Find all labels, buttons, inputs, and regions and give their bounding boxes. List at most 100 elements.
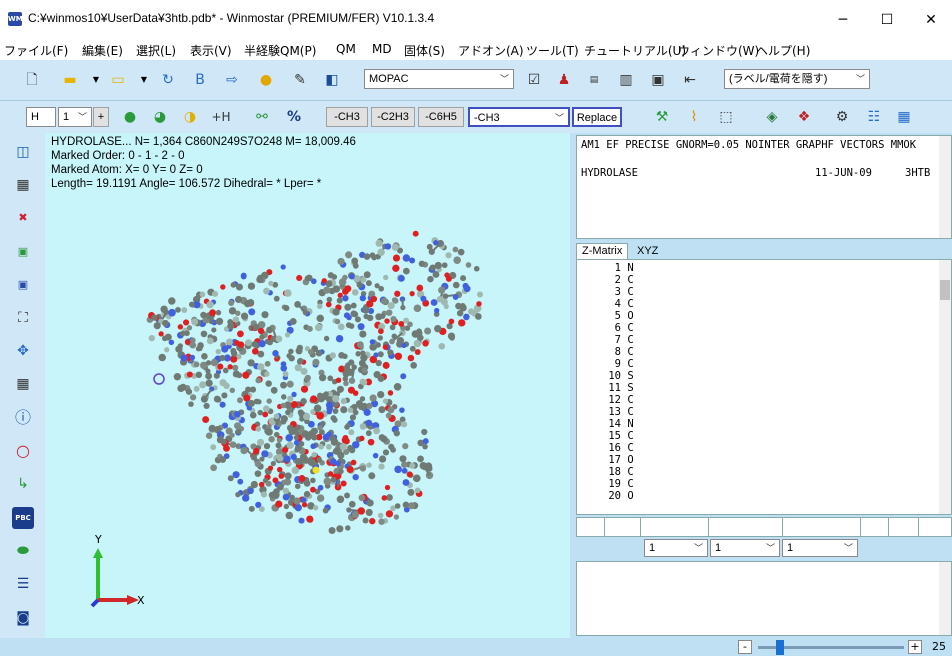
zoom-slider-thumb[interactable]: [775, 640, 784, 655]
atom-row[interactable]: 18 C: [581, 466, 633, 478]
edit-icon[interactable]: ✎: [290, 70, 310, 90]
app-icon[interactable]: WM: [8, 12, 23, 26]
close-button[interactable]: ✕: [908, 6, 952, 34]
tab-z-matrix[interactable]: Z-Matrix: [576, 243, 629, 259]
blue-icon[interactable]: ▣: [12, 274, 34, 296]
table-icon[interactable]: ▦: [12, 373, 34, 395]
atom-row[interactable]: 3 C: [581, 286, 634, 298]
z-matrix-scrollbar[interactable]: [939, 260, 951, 514]
new-file-icon[interactable]: 🗋: [22, 70, 42, 90]
grid-cell[interactable]: [783, 518, 861, 536]
broom-icon[interactable]: ⌇: [684, 107, 704, 127]
grid-cell[interactable]: [889, 518, 919, 536]
film-icon[interactable]: ▥: [616, 70, 636, 90]
bond-icon[interactable]: ⚯: [252, 107, 272, 127]
menu-tutorial[interactable]: チュートリアル(U): [584, 42, 686, 59]
open-folder-icon[interactable]: ▬: [60, 70, 80, 90]
selector-2[interactable]: 1 ﹀: [710, 539, 780, 557]
menu-tools[interactable]: ツール(T): [526, 42, 579, 59]
atom-row[interactable]: 9 C: [581, 358, 634, 370]
menu-view[interactable]: 表示(V): [190, 42, 232, 59]
view-icon[interactable]: ◫: [12, 141, 34, 163]
half-circle-icon[interactable]: ◑: [180, 107, 200, 127]
grid-cell[interactable]: [577, 518, 605, 536]
menu-select[interactable]: 選択(L): [136, 42, 176, 59]
add-atom-icon[interactable]: ●: [120, 107, 140, 127]
menu-addon[interactable]: アドオン(A): [458, 42, 524, 59]
grid-cell[interactable]: [709, 518, 783, 536]
refresh-icon[interactable]: ↻: [158, 70, 178, 90]
menu-edit[interactable]: 編集(E): [82, 42, 123, 59]
green-icon[interactable]: ▣: [12, 241, 34, 263]
add-button[interactable]: +: [93, 107, 109, 127]
menu-file[interactable]: ファイル(F): [4, 42, 68, 59]
camera-icon[interactable]: ◙: [12, 607, 34, 629]
selector-1[interactable]: 1 ﹀: [644, 539, 708, 557]
layout-icon[interactable]: ▦: [894, 107, 914, 127]
gear-icon[interactable]: ⚙: [832, 107, 852, 127]
upload-icon[interactable]: ◧: [322, 70, 342, 90]
keywords-scrollbar[interactable]: [939, 136, 951, 238]
capsule-icon[interactable]: ⬬: [12, 540, 34, 562]
molecule-icon[interactable]: ❖: [794, 107, 814, 127]
keywords-pane[interactable]: AM1 EF PRECISE GNORM=0.05 NOINTER GRAPHF…: [576, 135, 952, 239]
atom-row[interactable]: 11 S: [581, 382, 633, 394]
atom-row[interactable]: 19 C: [581, 478, 633, 490]
percent-icon[interactable]: %: [284, 107, 304, 127]
run-icon[interactable]: ♟: [554, 70, 574, 90]
coin-icon[interactable]: ●: [256, 70, 276, 90]
menu-qm[interactable]: QM: [336, 42, 356, 56]
atom-row[interactable]: 7 C: [581, 334, 634, 346]
zoom-out-button[interactable]: -: [738, 640, 752, 654]
atom-row[interactable]: 16 C: [581, 442, 633, 454]
zoom-in-button[interactable]: +: [908, 640, 922, 654]
grid-cell[interactable]: [641, 518, 709, 536]
method-combo[interactable]: MOPAC ﹀: [364, 69, 514, 89]
atom-row[interactable]: 14 N: [581, 418, 633, 430]
checkbox-icon[interactable]: ☑: [524, 70, 544, 90]
atom-row[interactable]: 8 C: [581, 346, 634, 358]
menu-md[interactable]: MD: [372, 42, 392, 56]
info-icon[interactable]: ⓘ: [12, 407, 34, 429]
fit-icon[interactable]: ⛶: [12, 307, 34, 329]
crystal-icon[interactable]: ◈: [762, 107, 782, 127]
output-scrollbar[interactable]: [939, 562, 951, 635]
label-combo[interactable]: (ラベル/電荷を隠す) ﹀: [724, 69, 870, 89]
chevron-down-icon[interactable]: ▼: [86, 70, 106, 90]
ch3-button[interactable]: -CH3: [326, 107, 368, 127]
c6h5-button[interactable]: -C6H5: [418, 107, 464, 127]
export-arrow-icon[interactable]: ⇨: [222, 70, 242, 90]
menu-help[interactable]: ヘルプ(H): [756, 42, 810, 59]
atom-row[interactable]: 17 O: [581, 454, 633, 466]
substituent-combo[interactable]: -CH3 ﹀: [468, 107, 570, 127]
log-icon[interactable]: ▤: [584, 70, 604, 90]
maximize-button[interactable]: ☐: [864, 6, 910, 34]
output-pane[interactable]: [576, 561, 952, 636]
selector-3[interactable]: 1 ﹀: [782, 539, 858, 557]
grid-cell[interactable]: [861, 518, 889, 536]
save-icon[interactable]: ▭: [108, 70, 128, 90]
atom-row[interactable]: 15 C: [581, 430, 633, 442]
axis-icon[interactable]: ↳: [12, 473, 34, 495]
chevron-down-icon[interactable]: ▼: [134, 70, 154, 90]
atom-row[interactable]: 13 C: [581, 406, 633, 418]
minimize-button[interactable]: ─: [820, 6, 866, 34]
circle-icon[interactable]: ○: [12, 440, 34, 462]
import-icon[interactable]: ⇤: [680, 70, 700, 90]
pbc-icon[interactable]: PBC: [12, 507, 34, 529]
atom-row[interactable]: 5 O: [581, 310, 634, 322]
export-icon[interactable]: B: [190, 70, 210, 90]
center-icon[interactable]: ✥: [12, 340, 34, 362]
wrench-icon[interactable]: ⚒: [652, 107, 672, 127]
atom-row[interactable]: 10 S: [581, 370, 633, 382]
lines-icon[interactable]: ☰: [12, 573, 34, 595]
menu-window[interactable]: ウィンドウ(W): [678, 42, 759, 59]
element-combo[interactable]: H: [26, 107, 56, 127]
atom-row[interactable]: 20 O: [581, 490, 633, 502]
menu-solid[interactable]: 固体(S): [404, 42, 445, 59]
atom-row[interactable]: 12 C: [581, 394, 633, 406]
valence-combo[interactable]: 1 ﹀: [58, 107, 92, 127]
scroll-thumb[interactable]: [940, 280, 950, 300]
atom-row[interactable]: 2 C: [581, 274, 634, 286]
tab-xyz[interactable]: XYZ: [632, 245, 663, 259]
